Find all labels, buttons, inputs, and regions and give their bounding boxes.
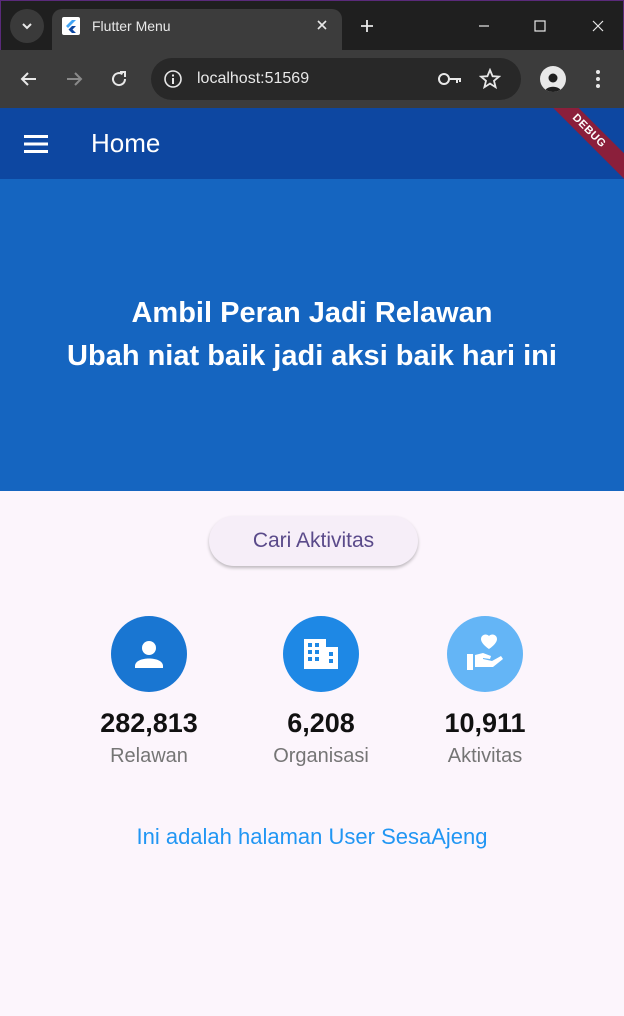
browser-tab[interactable]: Flutter Menu xyxy=(52,9,342,51)
key-icon[interactable] xyxy=(437,69,463,89)
flutter-logo-icon xyxy=(62,17,80,35)
profile-avatar[interactable] xyxy=(540,66,566,92)
app-bar: Home DEBUG xyxy=(0,108,624,184)
hero-subheadline: Ubah niat baik jadi aksi baik hari ini xyxy=(67,340,557,372)
stat-activities: 10,911 Aktivitas xyxy=(410,616,560,768)
maximize-button[interactable] xyxy=(529,15,551,37)
back-button[interactable] xyxy=(17,67,41,91)
stat-label: Aktivitas xyxy=(447,745,523,767)
volunteer-hand-heart-icon xyxy=(447,616,523,692)
person-icon xyxy=(111,616,187,692)
stat-label: Relawan xyxy=(110,745,188,767)
app-title: Home xyxy=(91,128,161,158)
arrow-right-icon xyxy=(67,72,83,86)
app-viewport: Home DEBUG Ambil Peran Jadi Relawan Ubah… xyxy=(0,108,624,1016)
stat-value: 6,208 xyxy=(287,708,355,738)
hero-headline: Ambil Peran Jadi Relawan xyxy=(131,297,493,329)
stat-value: 282,813 xyxy=(100,708,198,738)
close-icon xyxy=(592,20,604,32)
forward-button[interactable] xyxy=(62,67,86,91)
tab-title: Flutter Menu xyxy=(92,18,171,34)
reload-icon xyxy=(112,71,127,87)
building-icon xyxy=(283,616,359,692)
stat-label: Organisasi xyxy=(273,745,369,767)
browser-tab-strip: Flutter Menu xyxy=(0,0,624,51)
menu-icon[interactable] xyxy=(24,134,50,154)
bookmark-star-icon[interactable] xyxy=(479,68,501,90)
minimize-button[interactable] xyxy=(473,15,495,37)
debug-banner: DEBUG xyxy=(536,108,624,184)
maximize-icon xyxy=(534,20,546,32)
tab-search-button[interactable] xyxy=(10,9,44,43)
plus-icon xyxy=(361,20,373,32)
user-page-text: Ini adalah halaman User SesaAjeng xyxy=(136,824,488,849)
stat-organizations: 6,208 Organisasi xyxy=(246,616,396,768)
stat-volunteers: 282,813 Relawan xyxy=(74,616,224,768)
close-icon xyxy=(317,20,327,30)
address-bar[interactable]: localhost:51569 xyxy=(151,58,521,100)
arrow-left-icon xyxy=(20,72,36,86)
person-icon xyxy=(545,73,561,92)
more-vert-icon[interactable] xyxy=(588,67,608,91)
new-tab-button[interactable] xyxy=(356,15,378,37)
minimize-icon xyxy=(479,25,489,27)
chevron-down-icon xyxy=(22,23,32,30)
stat-value: 10,911 xyxy=(444,708,526,738)
site-info-icon[interactable] xyxy=(163,69,183,89)
hero-banner: Ambil Peran Jadi Relawan Ubah niat baik … xyxy=(0,179,624,491)
browser-toolbar: localhost:51569 xyxy=(0,50,624,108)
reload-button[interactable] xyxy=(107,67,131,91)
window-close-button[interactable] xyxy=(587,15,609,37)
search-activity-button[interactable]: Cari Aktivitas xyxy=(209,516,418,566)
tab-close-button[interactable] xyxy=(312,15,332,35)
url-text[interactable]: localhost:51569 xyxy=(197,70,309,88)
